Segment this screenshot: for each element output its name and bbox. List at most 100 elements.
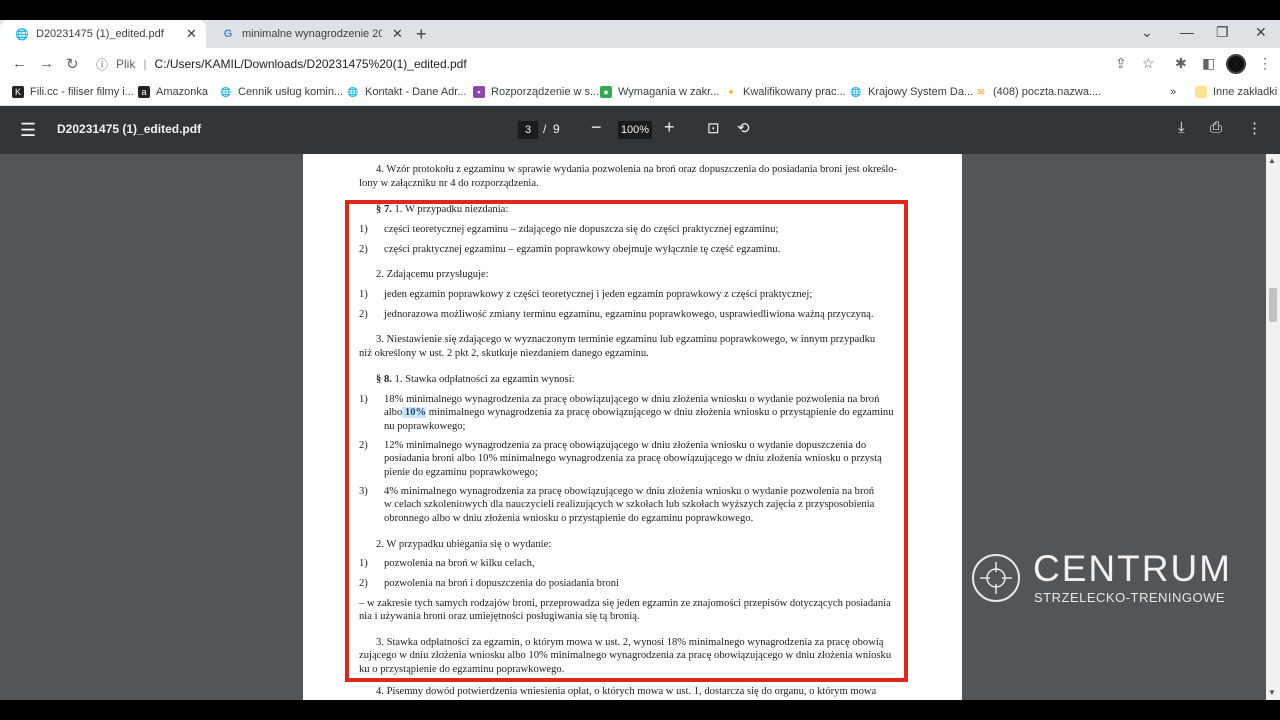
pdf-page: 4. Wzór protokołu z egzaminu w sprawie w… <box>303 154 962 700</box>
site-favicon-icon: ● <box>600 86 612 98</box>
globe-icon: 🌐 <box>15 28 29 41</box>
address-bar[interactable]: ⓘ Plik | C:/Users/KAMIL/Downloads/D20231… <box>96 51 1096 77</box>
doc-line: albo 10% minimalnego wynagrodzenia za pr… <box>384 407 894 418</box>
google-icon: G <box>223 28 233 40</box>
forward-icon[interactable]: → <box>39 55 54 72</box>
logo-name: CENTRUM <box>1033 548 1232 589</box>
print-icon[interactable]: ⎙ <box>1210 119 1222 136</box>
list-number: 1) <box>359 224 368 235</box>
crosshair-icon <box>972 554 1020 602</box>
bookmark-star-icon[interactable]: ☆ <box>1142 55 1155 72</box>
doc-line: nu poprawkowego; <box>384 421 466 432</box>
doc-line: 2. W przypadku ubiegania się o wydanie: <box>376 539 552 550</box>
doc-line: 18% minimalnego wynagrodzenia za pracę o… <box>384 394 880 405</box>
profile-avatar[interactable] <box>1226 54 1246 74</box>
tab-search-icon[interactable]: ⌄ <box>1141 24 1153 41</box>
bookmark-favicon-icon: K <box>12 86 24 98</box>
info-icon[interactable]: ⓘ <box>96 56 108 73</box>
tab-pdf[interactable]: 🌐 D20231475 (1)_edited.pdf ✕ <box>0 20 206 48</box>
bookmark-item[interactable]: ✉ (408) poczta.nazwa.... <box>975 86 1101 98</box>
doc-line: – w zakresie tych samych rodzajów broni,… <box>359 598 891 609</box>
zoom-in-icon[interactable]: + <box>664 117 675 138</box>
highlighted-text: 10% <box>402 407 427 418</box>
doc-line: jeden egzamin poprawkowy z części teoret… <box>384 289 813 300</box>
new-tab-button[interactable]: + <box>416 24 427 45</box>
address-url[interactable]: C:/Users/KAMIL/Downloads/D20231475%20(1)… <box>154 57 466 71</box>
section-heading: § 7. 1. W przypadku niezdania: <box>376 204 509 215</box>
pdf-title: D20231475 (1)_edited.pdf <box>57 122 202 136</box>
chrome-menu-icon[interactable]: ⋮ <box>1258 55 1272 72</box>
bookmarks-overflow-button[interactable]: » <box>1170 86 1176 98</box>
more-options-icon[interactable]: ⋮ <box>1247 119 1262 137</box>
tab-google[interactable]: G minimalne wynagrodzenie 2023 ✕ <box>206 20 406 48</box>
doc-line: w celach szkoleniowych dla nauczycieli r… <box>384 499 875 510</box>
rotate-icon[interactable]: ⟲ <box>737 119 750 137</box>
menu-icon[interactable]: ☰ <box>20 120 36 141</box>
amazon-icon: a <box>138 86 150 98</box>
doc-line: obronnego albo w dniu złożenia wniosku o… <box>384 513 754 524</box>
section-heading: § 8. 1. Stawka odpłatności za egzamin wy… <box>376 374 575 385</box>
doc-line: pozwolenia na broń i dopuszczenia do pos… <box>384 578 620 589</box>
doc-line: 4. Pisemny dowód potwierdzenia wniesieni… <box>376 686 877 697</box>
doc-line: 2. Zdającemu przysługuje: <box>376 269 489 280</box>
doc-line: części teoretycznej egzaminu – zdającego… <box>384 224 779 235</box>
document-icon: ▪ <box>473 86 485 98</box>
share-icon[interactable]: ⇪ <box>1115 55 1127 72</box>
close-window-icon[interactable]: ✕ <box>1255 24 1267 41</box>
list-number: 2) <box>359 578 368 589</box>
scroll-thumb[interactable] <box>1269 288 1277 322</box>
close-tab-icon[interactable]: ✕ <box>186 26 197 42</box>
doc-line: niż określony w ust. 2 pkt 2, skutkuje n… <box>359 348 649 359</box>
bookmark-item[interactable]: ▪ Rozporządzenie w s... <box>473 86 599 98</box>
tab-strip: 🌐 D20231475 (1)_edited.pdf ✕ G minimalne… <box>0 20 1280 48</box>
list-number: 3) <box>359 486 368 497</box>
centrum-logo: CENTRUM STRZELECKO-TRENINGOWE <box>972 548 1252 608</box>
zoom-level-input[interactable]: 100% <box>618 121 652 139</box>
doc-line: części praktycznej egzaminu – egzamin po… <box>384 244 781 255</box>
list-number: 1) <box>359 394 368 405</box>
site-favicon-icon: ✦ <box>725 86 737 98</box>
bookmarks-bar: K Fili.cc - filiser filmy i... a Amazonk… <box>0 80 1280 106</box>
fit-page-icon[interactable]: ⊡ <box>707 119 720 137</box>
bookmark-item[interactable]: 🌐 Cennik usług komin... <box>220 86 343 98</box>
maximize-icon[interactable]: ❐ <box>1216 24 1229 41</box>
doc-line: posiadania broni albo 10% minimalnego wy… <box>384 453 882 464</box>
doc-line: nia i używania broni oraz umiejętności p… <box>359 611 640 622</box>
scroll-up-icon[interactable]: ▲ <box>1268 156 1276 165</box>
bookmark-item[interactable]: a Amazonka <box>138 86 208 98</box>
reload-icon[interactable]: ↻ <box>66 55 79 73</box>
doc-line: 12% minimalnego wynagrodzenia za pracę o… <box>384 440 867 451</box>
bookmark-item[interactable]: ✦ Kwalifikowany prac... <box>725 86 846 98</box>
pdf-viewer[interactable]: 4. Wzór protokołu z egzaminu w sprawie w… <box>0 154 1280 700</box>
bookmark-item[interactable]: 🌐 Krajowy System Da... <box>850 86 973 98</box>
pdf-toolbar: ☰ D20231475 (1)_edited.pdf 3 / 9 − 100% … <box>0 106 1280 154</box>
scrollbar[interactable]: ▲ ▼ <box>1266 154 1280 700</box>
bookmark-item[interactable]: 🌐 Kontakt - Dane Adr... <box>347 86 467 98</box>
doc-line: ku o przystąpienie do egzaminu poprawkow… <box>359 664 565 675</box>
globe-icon: 🌐 <box>220 86 232 98</box>
back-icon[interactable]: ← <box>12 55 27 72</box>
bookmark-item[interactable]: ● Wymagania w zakr... <box>600 86 719 98</box>
page-number-input[interactable]: 3 <box>518 121 538 139</box>
globe-icon: 🌐 <box>347 86 359 98</box>
scroll-down-icon[interactable]: ▼ <box>1268 688 1276 697</box>
download-icon[interactable]: ⤓ <box>1178 119 1185 136</box>
globe-icon: 🌐 <box>850 86 862 98</box>
zoom-out-icon[interactable]: − <box>591 117 602 138</box>
mail-icon: ✉ <box>975 86 987 98</box>
minimize-icon[interactable]: — <box>1180 24 1194 40</box>
extensions-icon[interactable]: ✱ <box>1175 55 1187 72</box>
side-panel-icon[interactable]: ◧ <box>1202 55 1215 72</box>
address-separator: | <box>143 57 147 71</box>
tab-title: D20231475 (1)_edited.pdf <box>36 28 164 40</box>
doc-line: lony w załączniku nr 4 do rozporządzenia… <box>359 178 539 189</box>
other-bookmarks-folder[interactable]: Inne zakładki <box>1195 86 1277 98</box>
bookmark-item[interactable]: K Fili.cc - filiser filmy i... <box>12 86 134 98</box>
doc-line: 3. Stawka odpłatności za egzamin, o któr… <box>376 637 884 648</box>
address-scheme: Plik <box>116 57 136 71</box>
browser-toolbar: ← → ↻ ⓘ Plik | C:/Users/KAMIL/Downloads/… <box>0 48 1280 80</box>
doc-line: 4. Wzór protokołu z egzaminu w sprawie w… <box>376 164 898 175</box>
tab-title: minimalne wynagrodzenie 2023 <box>242 28 382 40</box>
doc-line: zującego w dniu złożenia wniosku albo 10… <box>359 650 892 661</box>
close-tab-icon[interactable]: ✕ <box>392 26 403 42</box>
